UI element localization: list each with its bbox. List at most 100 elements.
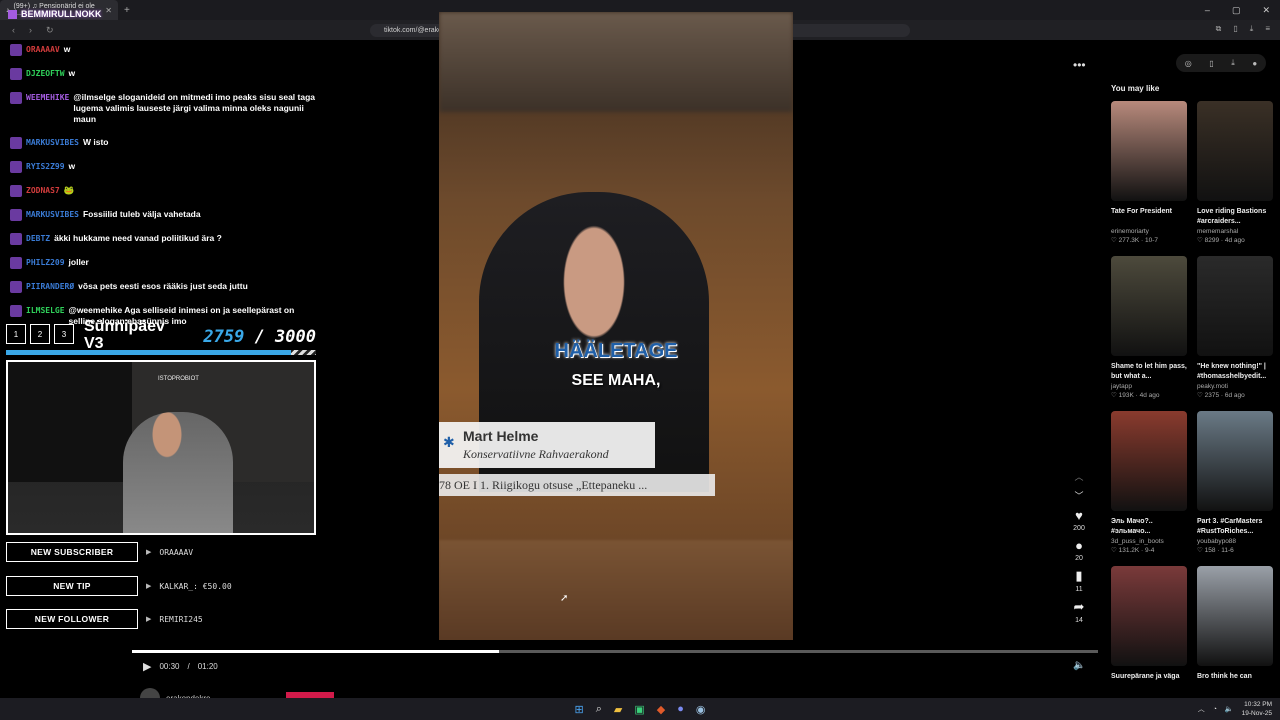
search-icon[interactable]: ⌕ bbox=[596, 703, 602, 716]
chat-username[interactable]: ZODNAS7 bbox=[26, 185, 60, 196]
extensions-icon[interactable]: ⧉ bbox=[1216, 24, 1222, 34]
volume-icon[interactable]: 🔈 bbox=[1073, 660, 1085, 671]
chat-username[interactable]: ORAAAAV bbox=[26, 44, 60, 55]
save-button[interactable]: ▮ 11 bbox=[1075, 568, 1082, 593]
video-title[interactable]: "He knew nothing!" | #thomasshelbyedit..… bbox=[1197, 362, 1273, 382]
chat-username[interactable]: ILMSELGE bbox=[26, 305, 65, 316]
like-button[interactable]: ♥ 200 bbox=[1073, 508, 1085, 532]
chat-username[interactable]: DEBTZ bbox=[26, 233, 50, 244]
tray-chevron-icon[interactable]: ︿ bbox=[1198, 704, 1205, 714]
chat-text: võsa pets eesti esos rääkis just seda ju… bbox=[78, 281, 248, 291]
video-title[interactable]: Эль Мачо?.. #эльмачо... bbox=[1111, 517, 1187, 537]
video-thumbnail[interactable] bbox=[1111, 566, 1187, 666]
latest-tip: KALKAR_: €50.00 bbox=[159, 581, 232, 591]
close-window-icon[interactable]: ✕ bbox=[1262, 5, 1270, 16]
video-title[interactable]: Suurepärane ja väga bbox=[1111, 672, 1187, 692]
video-author[interactable]: 3d_puss_in_boots bbox=[1111, 538, 1187, 545]
video-stats: ♡ 158 · 11-6 bbox=[1197, 547, 1234, 554]
video-title[interactable]: Bro think he can bbox=[1197, 672, 1273, 692]
browser-icon[interactable]: ◆ bbox=[657, 703, 665, 716]
maximize-icon[interactable]: ▢ bbox=[1232, 5, 1241, 16]
wifi-icon[interactable]: ◔ bbox=[1213, 706, 1217, 713]
new-follower-label: NEW FOLLOWER bbox=[6, 609, 138, 629]
recommended-video-card[interactable]: Эль Мачо?.. #эльмачо... 3d_puss_in_boots ♡… bbox=[1111, 411, 1187, 554]
video-author[interactable]: erinemoriarty bbox=[1111, 228, 1187, 235]
volume-icon[interactable]: 🔈 bbox=[1225, 705, 1234, 713]
discord-icon[interactable]: ● bbox=[677, 703, 684, 716]
playback-controls: ▶ 00:30 / 01:20 bbox=[143, 660, 218, 673]
chat-text: Fossiilid tuleb välja vahetada bbox=[82, 209, 201, 219]
next-video-icon[interactable]: ﹀ bbox=[1074, 489, 1083, 502]
you-may-like-heading: You may like bbox=[1111, 84, 1160, 93]
goal-value: 2759 / 3000 bbox=[203, 327, 316, 347]
chat-username[interactable]: PIIRANDERØ bbox=[26, 281, 74, 292]
recommended-video-card[interactable]: Bro think he can bbox=[1197, 566, 1273, 692]
chat-username[interactable]: MARKUSVIBES bbox=[26, 137, 79, 148]
chat-message: ORAAAAV w bbox=[10, 44, 320, 56]
comment-button[interactable]: ● 20 bbox=[1075, 538, 1083, 562]
video-thumbnail[interactable] bbox=[1111, 411, 1187, 511]
recommended-video-card[interactable]: Shame to let him pass, but what a... jayt… bbox=[1111, 256, 1187, 399]
recommended-video-card[interactable]: Tate For President erinemoriarty ♡ 277.3K … bbox=[1111, 101, 1187, 244]
video-progress-bar[interactable] bbox=[132, 650, 1098, 653]
file-explorer-icon[interactable]: ▰ bbox=[614, 703, 622, 716]
sidebar-icon[interactable]: ▯ bbox=[1233, 24, 1237, 34]
video-thumbnail[interactable] bbox=[1111, 256, 1187, 356]
forward-icon[interactable]: › bbox=[29, 25, 32, 36]
close-tab-icon[interactable]: ✕ bbox=[105, 6, 112, 15]
video-title[interactable]: Love riding Bastions #arcraiders... bbox=[1197, 207, 1273, 227]
previous-video-icon[interactable]: ︿ bbox=[1074, 470, 1083, 483]
stream-chat: ORAAAAV w DJZEOFTW w WEEMEHIKE @ilmselge slog… bbox=[10, 44, 320, 339]
video-thumbnail[interactable] bbox=[1197, 101, 1273, 201]
chat-username[interactable]: RYIS2Z99 bbox=[26, 161, 65, 172]
speaker-lower-third: ✱ Mart Helme Konservatiivne Rahvaerakond bbox=[439, 422, 655, 468]
more-options-icon[interactable]: ••• bbox=[1073, 58, 1086, 72]
video-stats: ♡ 8299 · 4d ago bbox=[1197, 237, 1245, 244]
menu-icon[interactable]: ≡ bbox=[1265, 24, 1270, 34]
speaker-party: Konservatiivne Rahvaerakond bbox=[463, 447, 609, 461]
recommended-video-card[interactable]: Suurepärane ja väga bbox=[1111, 566, 1187, 692]
chat-message: ZODNAS7 🐸 bbox=[10, 185, 320, 197]
reload-icon[interactable]: ↻ bbox=[46, 25, 54, 36]
time-current: 00:30 bbox=[159, 662, 180, 671]
like-count: 200 bbox=[1073, 525, 1085, 532]
video-thumbnail[interactable] bbox=[1197, 411, 1273, 511]
minimize-icon[interactable]: – bbox=[1205, 5, 1210, 16]
share-button[interactable]: ➦ 14 bbox=[1074, 599, 1085, 624]
chat-username[interactable]: DJZEOFTW bbox=[26, 68, 65, 79]
comment-icon: ● bbox=[1075, 538, 1083, 553]
recommended-video-card[interactable]: Part 3. #CarMasters #RustToRiches... youb… bbox=[1197, 411, 1273, 554]
video-title[interactable]: Shame to let him pass, but what a... bbox=[1111, 362, 1187, 382]
new-tab-button[interactable]: + bbox=[124, 5, 130, 16]
video-title[interactable]: Tate For President bbox=[1111, 207, 1187, 227]
avatar[interactable]: ● bbox=[1252, 59, 1257, 68]
windows-start-icon[interactable]: ⊞ bbox=[575, 703, 584, 716]
recommended-video-card[interactable]: "He knew nothing!" | #thomasshelbyedit..… bbox=[1197, 256, 1273, 399]
play-icon[interactable]: ▶ bbox=[143, 660, 151, 673]
chat-username[interactable]: MARKUSVIBES bbox=[26, 209, 79, 220]
chat-username[interactable]: WEEMEHIKE bbox=[26, 92, 69, 103]
video-title[interactable]: Part 3. #CarMasters #RustToRiches... bbox=[1197, 517, 1273, 537]
video-author[interactable]: jaytapp bbox=[1111, 383, 1187, 390]
phone-icon[interactable]: ▯ bbox=[1209, 59, 1213, 68]
download-icon[interactable]: ⤓ bbox=[1250, 24, 1254, 34]
video-thumbnail[interactable] bbox=[1197, 256, 1273, 356]
app-icon[interactable]: ▣ bbox=[634, 703, 644, 716]
chat-text: äkki hukkame need vanad poliitikud ära ? bbox=[54, 233, 222, 243]
coin-icon[interactable]: ◎ bbox=[1185, 59, 1192, 68]
recommended-video-card[interactable]: Love riding Bastions #arcraiders... memem… bbox=[1197, 101, 1273, 244]
video-author[interactable]: mememarshal bbox=[1197, 228, 1273, 235]
chat-text: @ilmselge sloganideid on mitmedi imo pea… bbox=[73, 92, 315, 124]
speaker-name: Mart Helme bbox=[463, 428, 539, 444]
clock[interactable]: 10:32 PM 19-Nov-25 bbox=[1242, 700, 1272, 718]
latest-follower: REMIRI245 bbox=[159, 614, 203, 624]
video-author[interactable]: youbabypo88 bbox=[1197, 538, 1273, 545]
video-thumbnail[interactable] bbox=[1197, 566, 1273, 666]
chat-username[interactable]: PHILZ209 bbox=[26, 257, 65, 268]
steam-icon[interactable]: ◉ bbox=[696, 703, 706, 716]
back-icon[interactable]: ‹ bbox=[12, 25, 15, 36]
video-thumbnail[interactable] bbox=[1111, 101, 1187, 201]
video-author[interactable]: peaky.moti bbox=[1197, 383, 1273, 390]
video-player[interactable]: HÄÄLETAGE SEE MAHA, ✱ Mart Helme Konserv… bbox=[439, 12, 793, 640]
download-icon[interactable]: ⤓ bbox=[1231, 58, 1235, 68]
